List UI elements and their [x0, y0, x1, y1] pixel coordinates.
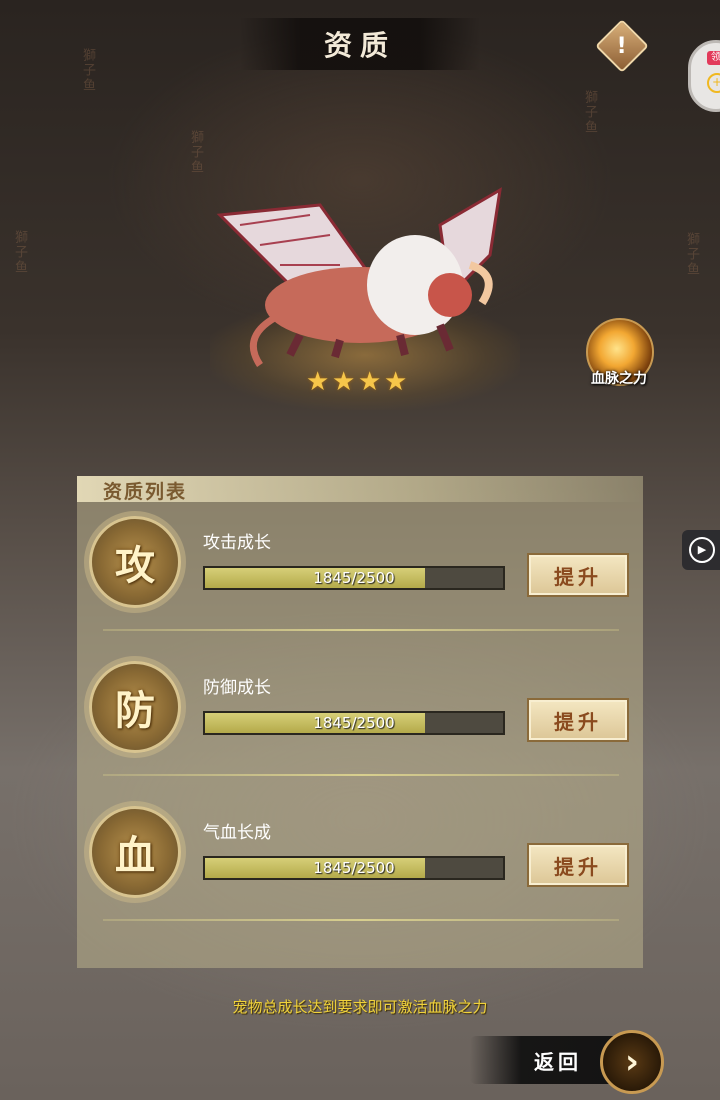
- progress-text: 1845/2500: [313, 569, 395, 587]
- divider: [103, 919, 619, 921]
- progress-bar: 1845/2500: [203, 566, 505, 590]
- background-decor-text: 獅子鱼: [80, 48, 95, 93]
- background-decor-text: 獅子鱼: [582, 90, 597, 135]
- stat-label: 气血长成: [203, 823, 271, 843]
- back-label[interactable]: 返回: [534, 1046, 582, 1075]
- stat-row-attack: 攻 攻击成长 1845/2500 提升: [77, 476, 643, 631]
- upgrade-button[interactable]: 提升: [527, 553, 629, 597]
- stat-label: 防御成长: [203, 678, 271, 698]
- exclamation-icon: !: [616, 33, 628, 59]
- star-rating: ★ ★ ★ ★: [306, 367, 408, 397]
- hint-text: 宠物总成长达到要求即可激活血脉之力: [232, 998, 488, 1016]
- star-icon: ★: [384, 367, 408, 397]
- stat-label: 攻击成长: [203, 533, 271, 553]
- progress-bar: 1845/2500: [203, 856, 505, 880]
- stat-row-hp: 血 气血长成 1845/2500 提升: [77, 766, 643, 921]
- pet-model[interactable]: [200, 185, 520, 375]
- defense-emblem-icon: 防: [89, 661, 181, 753]
- stats-panel: 资质列表 攻 攻击成长 1845/2500 提升 防 防御成长 1845/250…: [77, 476, 643, 968]
- progress-text: 1845/2500: [313, 859, 395, 877]
- title-bar: 资质: [240, 18, 480, 70]
- info-button[interactable]: !: [595, 19, 649, 73]
- page-title: 资质: [323, 29, 396, 62]
- hp-emblem-icon: 血: [89, 806, 181, 898]
- upgrade-button[interactable]: 提升: [527, 843, 629, 887]
- background-decor-text: 獅子鱼: [684, 232, 699, 277]
- side-widget[interactable]: 领 +: [688, 40, 720, 112]
- stat-row-defense: 防 防御成长 1845/2500 提升: [77, 621, 643, 776]
- chevron-right-icon: ›: [624, 1042, 639, 1082]
- star-icon: ★: [306, 367, 330, 397]
- attack-emblem-icon: 攻: [89, 516, 181, 608]
- progress-bar: 1845/2500: [203, 711, 505, 735]
- star-icon: ★: [332, 367, 356, 397]
- play-video-button[interactable]: ▶: [682, 530, 720, 570]
- play-icon: ▶: [689, 537, 715, 563]
- progress-text: 1845/2500: [313, 714, 395, 732]
- background-decor-text: 獅子鱼: [188, 130, 203, 175]
- background-decor-text: 獅子鱼: [12, 230, 27, 275]
- bloodline-label: 血脉之力: [591, 371, 647, 387]
- star-icon: ★: [358, 367, 382, 397]
- back-button[interactable]: ›: [600, 1030, 664, 1094]
- plus-icon: +: [707, 73, 720, 93]
- upgrade-button[interactable]: 提升: [527, 698, 629, 742]
- reward-tag: 领: [707, 51, 720, 65]
